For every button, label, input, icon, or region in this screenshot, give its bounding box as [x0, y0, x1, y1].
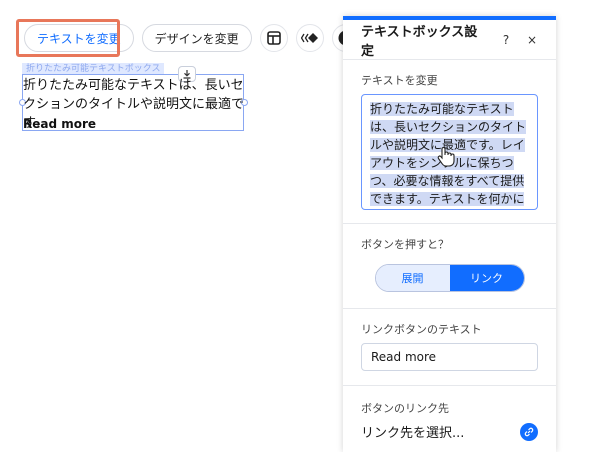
link-text-label: リンクボタンのテキスト [361, 323, 482, 336]
change-design-button[interactable]: デザインを変更 [141, 24, 252, 52]
text-section: テキストを変更 折りたたみ可能なテキストは、長いセクションのタイトルや説明文に最… [343, 60, 556, 224]
button-action-section: ボタンを押すと？ 展開 リンク [343, 224, 556, 309]
toggle-link-option[interactable]: リンク [449, 265, 524, 291]
textbox-settings-panel: テキストボックス設定 ? × テキストを変更 折りたたみ可能なテキストは、長いセ… [343, 16, 556, 452]
editor-stage: テキストを変更 デザインを変更 ? 折りたたみ可能テキストボックス 折りたたみ可… [0, 0, 600, 452]
help-button[interactable]: ? [498, 32, 514, 48]
floating-toolbar: テキストを変更 デザインを変更 ? [14, 20, 396, 56]
change-text-button[interactable]: テキストを変更 [24, 24, 134, 52]
read-more-link[interactable]: Read more [23, 117, 96, 131]
button-action-toggle: 展開 リンク [374, 264, 525, 292]
toggle-expand-option[interactable]: 展開 [375, 265, 450, 291]
link-text-input[interactable]: Read more [361, 343, 538, 371]
panel-header: テキストボックス設定 ? × [343, 20, 556, 60]
text-section-label: テキストを変更 [361, 74, 438, 87]
animation-icon[interactable] [295, 24, 324, 52]
close-button[interactable]: × [524, 32, 540, 48]
hand-cursor-icon [437, 146, 455, 172]
link-target-row: リンク先を選択... [361, 422, 538, 441]
link-text-section: リンクボタンのテキスト Read more [343, 309, 556, 386]
link-icon[interactable] [520, 422, 538, 441]
panel-title: テキストボックス設定 [361, 24, 478, 59]
link-target-section: ボタンのリンク先 リンク先を選択... [343, 386, 556, 452]
link-target-label: ボタンのリンク先 [361, 402, 449, 415]
link-target-value[interactable]: リンク先を選択... [361, 422, 464, 441]
button-action-label: ボタンを押すと？ [361, 238, 449, 251]
layout-icon[interactable] [259, 24, 288, 52]
